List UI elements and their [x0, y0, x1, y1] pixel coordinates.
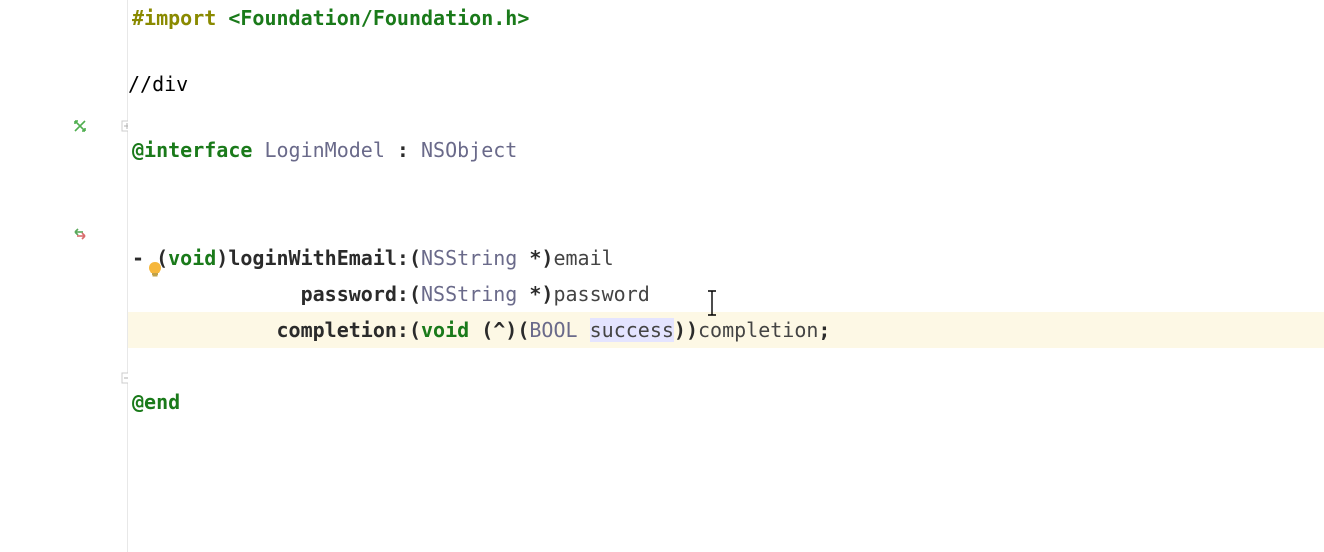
gutter-row [0, 216, 127, 252]
gutter-row [0, 360, 127, 396]
gutter-row [0, 36, 127, 72]
code-area[interactable]: #import <Foundation/Foundation.h> //div … [128, 0, 1324, 552]
directive-import: #import [132, 6, 216, 30]
class-name: LoginModel [264, 138, 384, 162]
param-email: email [553, 246, 613, 270]
superclass-name: NSObject [421, 138, 517, 162]
gutter [0, 0, 128, 552]
code-editor: #import <Foundation/Foundation.h> //div … [0, 0, 1324, 552]
code-line[interactable] [128, 348, 1324, 384]
gutter-row [0, 180, 127, 216]
gutter-row [0, 288, 127, 324]
code-line[interactable] [128, 168, 1324, 204]
keyword-end: @end [132, 390, 180, 414]
code-line[interactable]: - (void)loginWithEmail:(NSString *)email [128, 240, 1324, 276]
code-line[interactable] [128, 204, 1324, 240]
param-completion: completion [698, 318, 818, 342]
code-line[interactable]: #import <Foundation/Foundation.h> [128, 0, 1324, 36]
navigate-icon[interactable] [72, 118, 88, 134]
keyword-interface: @interface [132, 138, 252, 162]
param-success-selected: success [590, 318, 674, 342]
swap-icon[interactable] [72, 226, 88, 242]
code-line-active[interactable]: completion:(void (^)(BOOL success))compl… [128, 312, 1324, 348]
selector-part: password: [301, 282, 409, 306]
code-line[interactable]: password:(NSString *)password [128, 276, 1324, 312]
header-literal: <Foundation/Foundation.h> [228, 6, 529, 30]
gutter-row [0, 144, 127, 180]
gutter-row [0, 324, 127, 360]
gutter-row [0, 72, 127, 108]
gutter-row [0, 108, 127, 144]
code-line[interactable]: @end [128, 384, 1324, 420]
intention-bulb-icon[interactable] [145, 260, 165, 280]
gutter-row [0, 252, 127, 288]
code-line[interactable] [128, 96, 1324, 132]
selector-part: completion: [277, 318, 409, 342]
code-line[interactable] [128, 36, 1324, 72]
code-line[interactable]: @interface LoginModel : NSObject [128, 132, 1324, 168]
gutter-row [0, 0, 127, 36]
selector-part: loginWithEmail: [228, 246, 409, 270]
param-password: password [553, 282, 649, 306]
